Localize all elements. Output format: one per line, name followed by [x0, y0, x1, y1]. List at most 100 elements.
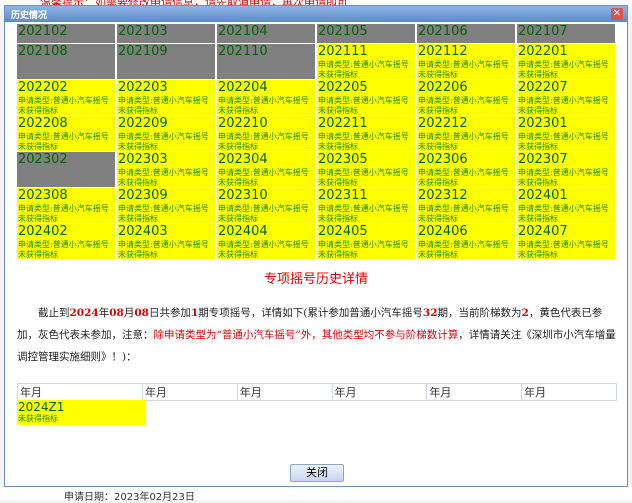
desc-text: 年 [98, 307, 110, 319]
desc-warning: 除申请类型为“普通小汽车摇号”外，其他类型均不参与阶梯数计算 [153, 329, 459, 341]
period-result: 未获得指标 [318, 214, 358, 223]
period-code: 202310 [218, 188, 268, 203]
period-result: 未获得指标 [218, 214, 258, 223]
period-type: 申请类型:普通小汽车摇号 [218, 204, 309, 213]
period-result: 未获得指标 [218, 106, 258, 115]
period-code: 202401 [518, 188, 568, 203]
period-cell: 202404 申请类型:普通小汽车摇号 未获得指标 [217, 224, 316, 260]
period-result: 未获得指标 [418, 250, 458, 259]
period-cell: 202111 申请类型:普通小汽车摇号 未获得指标 [317, 44, 416, 80]
period-result: 未获得指标 [518, 250, 558, 259]
period-type: 申请类型:普通小汽车摇号 [518, 168, 609, 177]
period-type: 申请类型:普通小汽车摇号 [418, 168, 509, 177]
period-code: 202104 [218, 24, 268, 39]
period-result: 未获得指标 [418, 70, 458, 79]
period-result: 未获得指标 [318, 178, 358, 187]
period-cell: 202402 申请类型:普通小汽车摇号 未获得指标 [17, 224, 116, 260]
period-type: 申请类型:普通小汽车摇号 [418, 240, 509, 249]
period-code: 202306 [418, 152, 468, 167]
period-code: 202402 [18, 224, 68, 239]
close-button[interactable]: 关闭 [290, 464, 344, 482]
period-code: 202208 [18, 116, 68, 131]
period-code: 202106 [418, 24, 468, 39]
period-type: 申请类型:普通小汽车摇号 [318, 204, 409, 213]
period-row: 202202 申请类型:普通小汽车摇号 未获得指标 202203 申请类型:普通小汽车摇… [17, 80, 617, 116]
period-code: 202303 [118, 152, 168, 167]
period-cell: 202107 [517, 24, 616, 44]
period-cell: 202307 申请类型:普通小汽车摇号 未获得指标 [517, 152, 616, 188]
close-icon[interactable]: ✕ [611, 8, 623, 20]
period-type: 申请类型:普通小汽车摇号 [318, 240, 409, 249]
period-cell: 202205 申请类型:普通小汽车摇号 未获得指标 [317, 80, 416, 116]
period-code: 202311 [318, 188, 368, 203]
period-cell: 202308 申请类型:普通小汽车摇号 未获得指标 [17, 188, 116, 224]
history-header: 年月 [17, 383, 143, 401]
period-cell: 202301 申请类型:普通小汽车摇号 未获得指标 [517, 116, 616, 152]
period-type: 申请类型:普通小汽车摇号 [118, 96, 209, 105]
period-type: 申请类型:普通小汽车摇号 [418, 96, 509, 105]
period-code: 202203 [118, 80, 168, 95]
period-cell: 202309 申请类型:普通小汽车摇号 未获得指标 [117, 188, 216, 224]
apply-date-text: 申请日期：2023年02月23日 [64, 492, 195, 503]
period-code: 202112 [418, 44, 468, 59]
period-cell: 202203 申请类型:普通小汽车摇号 未获得指标 [117, 80, 216, 116]
dialog-titlebar: 历史情况 ✕ [5, 6, 627, 22]
period-type: 申请类型:普通小汽车摇号 [318, 132, 409, 141]
period-result: 未获得指标 [18, 214, 58, 223]
desc-text: 日共参加 [148, 307, 191, 319]
period-code: 202309 [118, 188, 168, 203]
period-code: 202404 [218, 224, 268, 239]
period-type: 申请类型:普通小汽车摇号 [318, 60, 409, 69]
period-result: 未获得指标 [418, 142, 458, 151]
period-type: 申请类型:普通小汽车摇号 [218, 168, 309, 177]
period-result: 未获得指标 [18, 142, 58, 151]
period-cell: 202311 申请类型:普通小汽车摇号 未获得指标 [317, 188, 416, 224]
period-result: 未获得指标 [218, 250, 258, 259]
period-code: 202105 [318, 24, 368, 39]
period-cell: 202103 [117, 24, 216, 44]
period-cell: 202310 申请类型:普通小汽车摇号 未获得指标 [217, 188, 316, 224]
period-type: 申请类型:普通小汽车摇号 [18, 204, 109, 213]
history-header: 年月 [141, 383, 238, 401]
period-type: 申请类型:普通小汽车摇号 [518, 240, 609, 249]
history-description: 截止到2024年08月08日共参加1期专项摇号，详情如下(累计参加普通小汽车摇号… [17, 302, 619, 368]
period-code: 202206 [418, 80, 468, 95]
period-result: 未获得指标 [218, 178, 258, 187]
period-code: 202204 [218, 80, 268, 95]
desc-month: 08 [109, 307, 124, 319]
period-cell: 202407 申请类型:普通小汽车摇号 未获得指标 [517, 224, 616, 260]
period-result: 未获得指标 [18, 250, 58, 259]
period-cell: 202208 申请类型:普通小汽车摇号 未获得指标 [17, 116, 116, 152]
period-type: 申请类型:普通小汽车摇号 [418, 132, 509, 141]
dialog-title: 历史情况 [11, 11, 48, 21]
period-code: 202302 [18, 152, 68, 167]
period-cell: 202212 申请类型:普通小汽车摇号 未获得指标 [417, 116, 516, 152]
period-cell: 202204 申请类型:普通小汽车摇号 未获得指标 [217, 80, 316, 116]
history-header-row: 年月 年月 年月 年月 年月 年月 [17, 383, 617, 401]
period-code: 202102 [18, 24, 68, 39]
period-cell: 202106 [417, 24, 516, 44]
period-cell: 202306 申请类型:普通小汽车摇号 未获得指标 [417, 152, 516, 188]
desc-text: 月 [123, 307, 135, 319]
period-type: 申请类型:普通小汽车摇号 [318, 168, 409, 177]
history-entry: 2024Z1 未获得指标 [17, 400, 145, 425]
period-code: 202108 [18, 44, 68, 59]
period-type: 申请类型:普通小汽车摇号 [518, 132, 609, 141]
period-result: 未获得指标 [118, 178, 158, 187]
period-cell: 202405 申请类型:普通小汽车摇号 未获得指标 [317, 224, 416, 260]
period-type: 申请类型:普通小汽车摇号 [518, 60, 609, 69]
period-result: 未获得指标 [418, 178, 458, 187]
period-cell: 202303 申请类型:普通小汽车摇号 未获得指标 [117, 152, 216, 188]
period-cell: 202112 申请类型:普通小汽车摇号 未获得指标 [417, 44, 516, 80]
period-cell: 202109 [117, 44, 216, 80]
period-cell: 202211 申请类型:普通小汽车摇号 未获得指标 [317, 116, 416, 152]
period-code: 202403 [118, 224, 168, 239]
period-code: 202304 [218, 152, 268, 167]
period-type: 申请类型:普通小汽车摇号 [218, 240, 309, 249]
period-code: 202111 [318, 44, 368, 59]
period-cell: 202406 申请类型:普通小汽车摇号 未获得指标 [417, 224, 516, 260]
period-code: 202110 [218, 44, 268, 59]
desc-day: 08 [134, 307, 149, 319]
period-code: 202406 [418, 224, 468, 239]
period-cell: 202108 [17, 44, 116, 80]
